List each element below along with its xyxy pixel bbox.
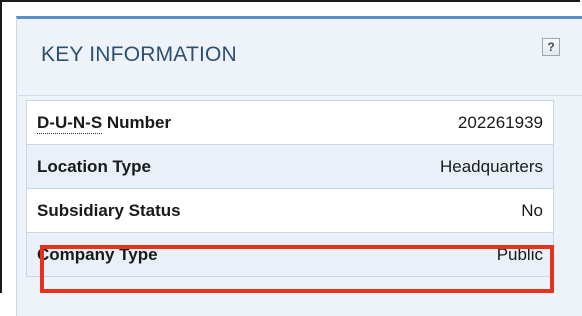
company-type-label: Company Type bbox=[37, 244, 158, 264]
location-type-value: Headquarters bbox=[439, 156, 543, 176]
panel-divider bbox=[18, 95, 582, 96]
location-type-label: Location Type bbox=[37, 156, 151, 176]
duns-number-label: D-U-N-S Number bbox=[27, 101, 328, 145]
table-row-company-type: Company Type Public bbox=[26, 232, 554, 277]
duns-label-suffix: Number bbox=[102, 112, 172, 132]
key-information-table: D-U-N-S Number 202261939 Location Type H… bbox=[26, 100, 554, 277]
table-row-subsidiary-status: Subsidiary Status No bbox=[26, 188, 554, 233]
duns-abbreviation[interactable]: D-U-N-S bbox=[37, 112, 103, 134]
help-icon[interactable]: ? bbox=[542, 38, 560, 56]
table-row-location-type: Location Type Headquarters bbox=[26, 144, 554, 189]
table-row-duns-number: D-U-N-S Number 202261939 bbox=[26, 100, 554, 145]
subsidiary-status-label: Subsidiary Status bbox=[37, 200, 181, 220]
subsidiary-status-value: No bbox=[521, 200, 543, 220]
duns-number-value: 202261939 bbox=[457, 112, 543, 132]
panel-title: KEY INFORMATION bbox=[41, 43, 237, 66]
company-type-value: Public bbox=[496, 244, 543, 264]
